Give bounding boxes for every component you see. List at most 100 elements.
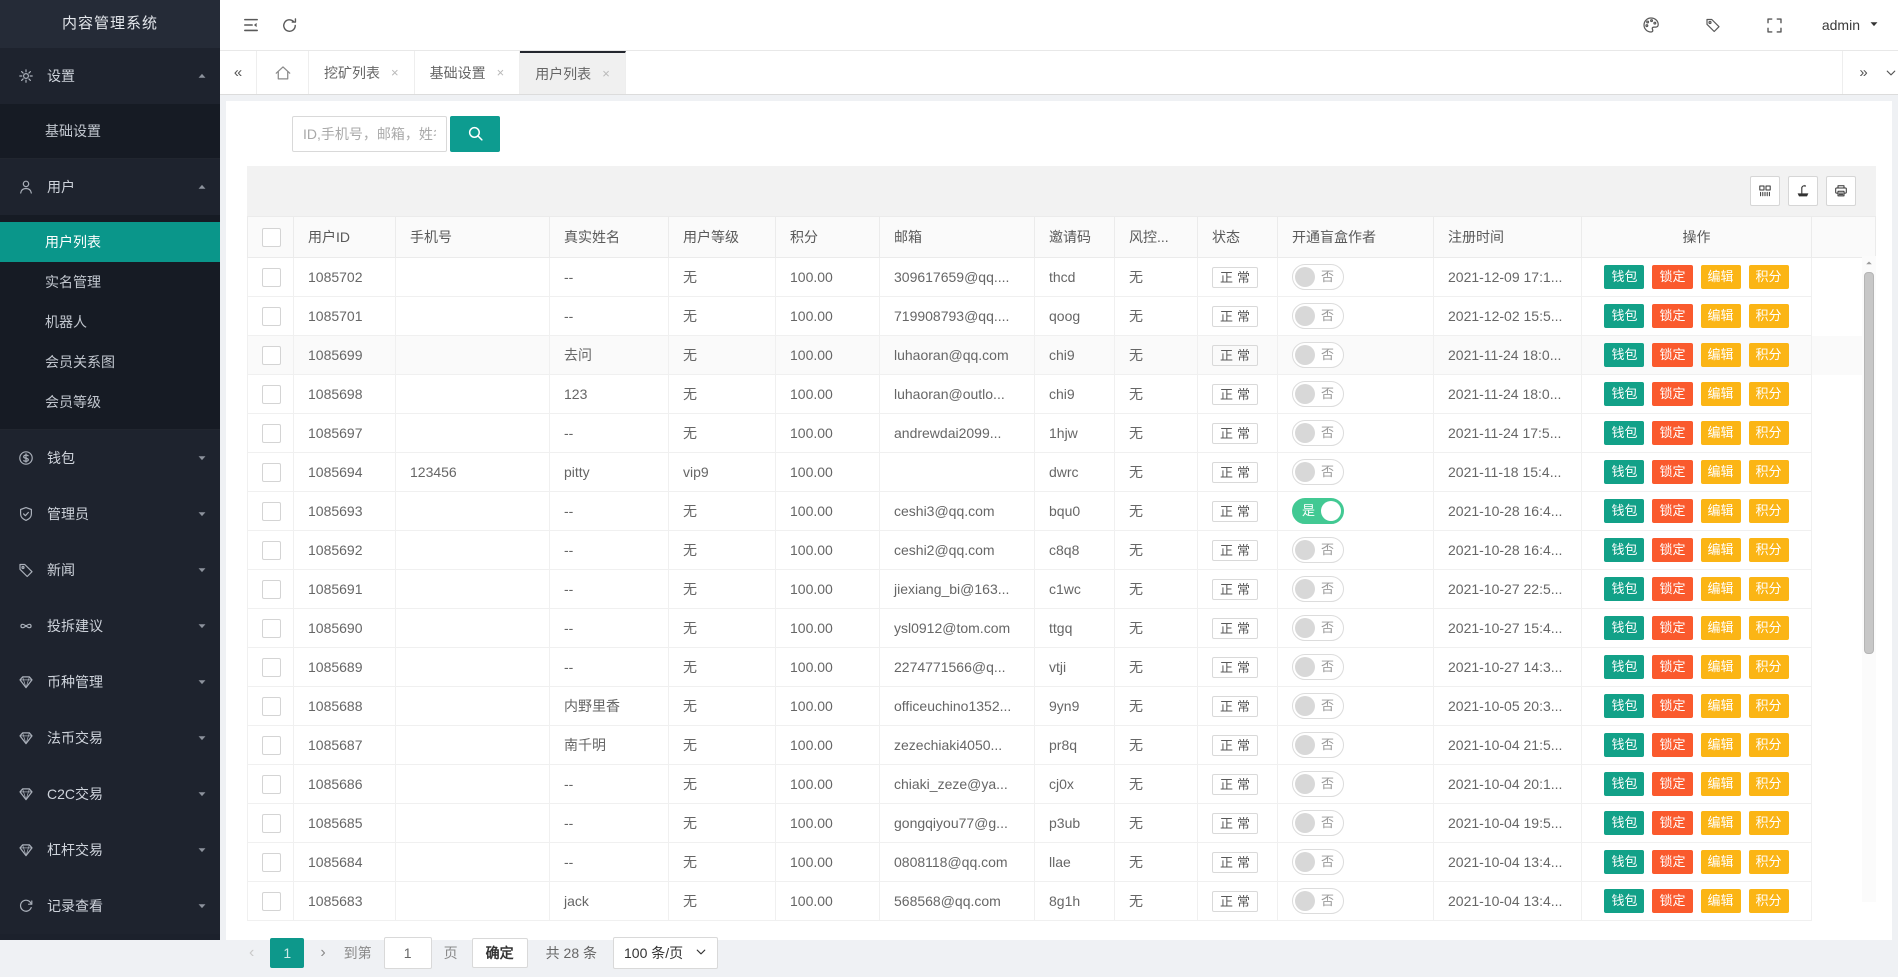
home-tab-button[interactable] (257, 51, 309, 94)
jump-page-input[interactable] (384, 937, 432, 969)
points-action-button[interactable]: 积分 (1749, 772, 1789, 796)
sidebar-item-margin-trade[interactable]: 杠杆交易 (0, 822, 220, 878)
edit-action-button[interactable]: 编辑 (1701, 343, 1741, 367)
row-checkbox[interactable] (262, 853, 281, 872)
wallet-action-button[interactable]: 钱包 (1604, 460, 1644, 484)
sidebar-item-news[interactable]: 新闻 (0, 542, 220, 598)
search-button[interactable] (450, 116, 500, 152)
sidebar-item-fiat-trade[interactable]: 法币交易 (0, 710, 220, 766)
tab-mining-list[interactable]: 挖矿列表× (309, 51, 415, 94)
wallet-action-button[interactable]: 钱包 (1604, 265, 1644, 289)
points-action-button[interactable]: 积分 (1749, 304, 1789, 328)
blindbox-toggle[interactable]: 否 (1292, 771, 1344, 797)
row-checkbox[interactable] (262, 307, 281, 326)
theme-palette-button[interactable] (1632, 0, 1670, 50)
lock-action-button[interactable]: 锁定 (1652, 655, 1692, 679)
sidebar-collapse-button[interactable] (232, 0, 270, 50)
points-action-button[interactable]: 积分 (1749, 421, 1789, 445)
blindbox-toggle[interactable]: 否 (1292, 381, 1344, 407)
sidebar-item-member-graph[interactable]: 会员关系图 (0, 342, 220, 382)
row-checkbox[interactable] (262, 892, 281, 911)
sidebar-item-realname-manage[interactable]: 实名管理 (0, 262, 220, 302)
sidebar-item-settings[interactable]: 设置 (0, 48, 220, 104)
scrollbar-up-arrow-icon[interactable] (1862, 256, 1876, 270)
wallet-action-button[interactable]: 钱包 (1604, 382, 1644, 406)
sidebar-item-admins[interactable]: 管理员 (0, 486, 220, 542)
lock-action-button[interactable]: 锁定 (1652, 499, 1692, 523)
points-action-button[interactable]: 积分 (1749, 850, 1789, 874)
lock-action-button[interactable]: 锁定 (1652, 265, 1692, 289)
sidebar-item-feedback[interactable]: 投拆建议 (0, 598, 220, 654)
wallet-action-button[interactable]: 钱包 (1604, 655, 1644, 679)
sidebar-item-user-list[interactable]: 用户列表 (0, 222, 220, 262)
lock-action-button[interactable]: 锁定 (1652, 343, 1692, 367)
points-action-button[interactable]: 积分 (1749, 538, 1789, 562)
row-checkbox[interactable] (262, 268, 281, 287)
row-checkbox[interactable] (262, 424, 281, 443)
edit-action-button[interactable]: 编辑 (1701, 733, 1741, 757)
sidebar-item-wallet[interactable]: 钱包 (0, 430, 220, 486)
points-action-button[interactable]: 积分 (1749, 265, 1789, 289)
wallet-action-button[interactable]: 钱包 (1604, 889, 1644, 913)
edit-action-button[interactable]: 编辑 (1701, 850, 1741, 874)
blindbox-toggle[interactable]: 否 (1292, 693, 1344, 719)
refresh-button[interactable] (270, 0, 308, 50)
row-checkbox[interactable] (262, 658, 281, 677)
wallet-action-button[interactable]: 钱包 (1604, 499, 1644, 523)
confirm-button[interactable]: 确定 (472, 938, 528, 968)
points-action-button[interactable]: 积分 (1749, 616, 1789, 640)
page-number-button[interactable]: 1 (270, 938, 304, 968)
row-checkbox[interactable] (262, 814, 281, 833)
sidebar-item-records[interactable]: 记录查看 (0, 878, 220, 934)
lock-action-button[interactable]: 锁定 (1652, 733, 1692, 757)
points-action-button[interactable]: 积分 (1749, 889, 1789, 913)
edit-action-button[interactable]: 编辑 (1701, 694, 1741, 718)
lock-action-button[interactable]: 锁定 (1652, 460, 1692, 484)
blindbox-toggle[interactable]: 否 (1292, 732, 1344, 758)
sidebar-item-robots[interactable]: 机器人 (0, 302, 220, 342)
sidebar-item-coin-manage[interactable]: 币种管理 (0, 654, 220, 710)
blindbox-toggle[interactable]: 否 (1292, 576, 1344, 602)
points-action-button[interactable]: 积分 (1749, 460, 1789, 484)
wallet-action-button[interactable]: 钱包 (1604, 538, 1644, 562)
blindbox-toggle[interactable]: 否 (1292, 303, 1344, 329)
sidebar-item-c2c-trade[interactable]: C2C交易 (0, 766, 220, 822)
row-checkbox[interactable] (262, 580, 281, 599)
blindbox-toggle[interactable]: 否 (1292, 615, 1344, 641)
blindbox-toggle[interactable]: 否 (1292, 264, 1344, 290)
admin-menu[interactable]: admin (1822, 17, 1880, 33)
tabs-scroll-right-button[interactable]: » (1842, 51, 1884, 94)
blindbox-toggle[interactable]: 否 (1292, 849, 1344, 875)
blindbox-toggle[interactable]: 是 (1292, 498, 1344, 524)
lock-action-button[interactable]: 锁定 (1652, 538, 1692, 562)
edit-action-button[interactable]: 编辑 (1701, 304, 1741, 328)
points-action-button[interactable]: 积分 (1749, 499, 1789, 523)
columns-filter-button[interactable] (1750, 176, 1780, 206)
wallet-action-button[interactable]: 钱包 (1604, 304, 1644, 328)
wallet-action-button[interactable]: 钱包 (1604, 616, 1644, 640)
wallet-action-button[interactable]: 钱包 (1604, 343, 1644, 367)
points-action-button[interactable]: 积分 (1749, 577, 1789, 601)
close-icon[interactable]: × (497, 65, 505, 80)
export-button[interactable] (1788, 176, 1818, 206)
select-all-checkbox[interactable] (262, 228, 281, 247)
print-button[interactable] (1826, 176, 1856, 206)
tab-user-list[interactable]: 用户列表× (520, 51, 626, 94)
row-checkbox[interactable] (262, 541, 281, 560)
edit-action-button[interactable]: 编辑 (1701, 499, 1741, 523)
edit-action-button[interactable]: 编辑 (1701, 577, 1741, 601)
blindbox-toggle[interactable]: 否 (1292, 420, 1344, 446)
tabs-more-button[interactable] (1884, 51, 1898, 94)
blindbox-toggle[interactable]: 否 (1292, 810, 1344, 836)
points-action-button[interactable]: 积分 (1749, 343, 1789, 367)
edit-action-button[interactable]: 编辑 (1701, 421, 1741, 445)
close-icon[interactable]: × (391, 65, 399, 80)
tabs-scroll-left-button[interactable]: « (220, 51, 257, 94)
sidebar-item-member-levels[interactable]: 会员等级 (0, 382, 220, 422)
edit-action-button[interactable]: 编辑 (1701, 265, 1741, 289)
row-checkbox[interactable] (262, 697, 281, 716)
edit-action-button[interactable]: 编辑 (1701, 460, 1741, 484)
lock-action-button[interactable]: 锁定 (1652, 382, 1692, 406)
close-icon[interactable]: × (602, 66, 610, 81)
tab-basic-settings[interactable]: 基础设置× (415, 51, 521, 94)
